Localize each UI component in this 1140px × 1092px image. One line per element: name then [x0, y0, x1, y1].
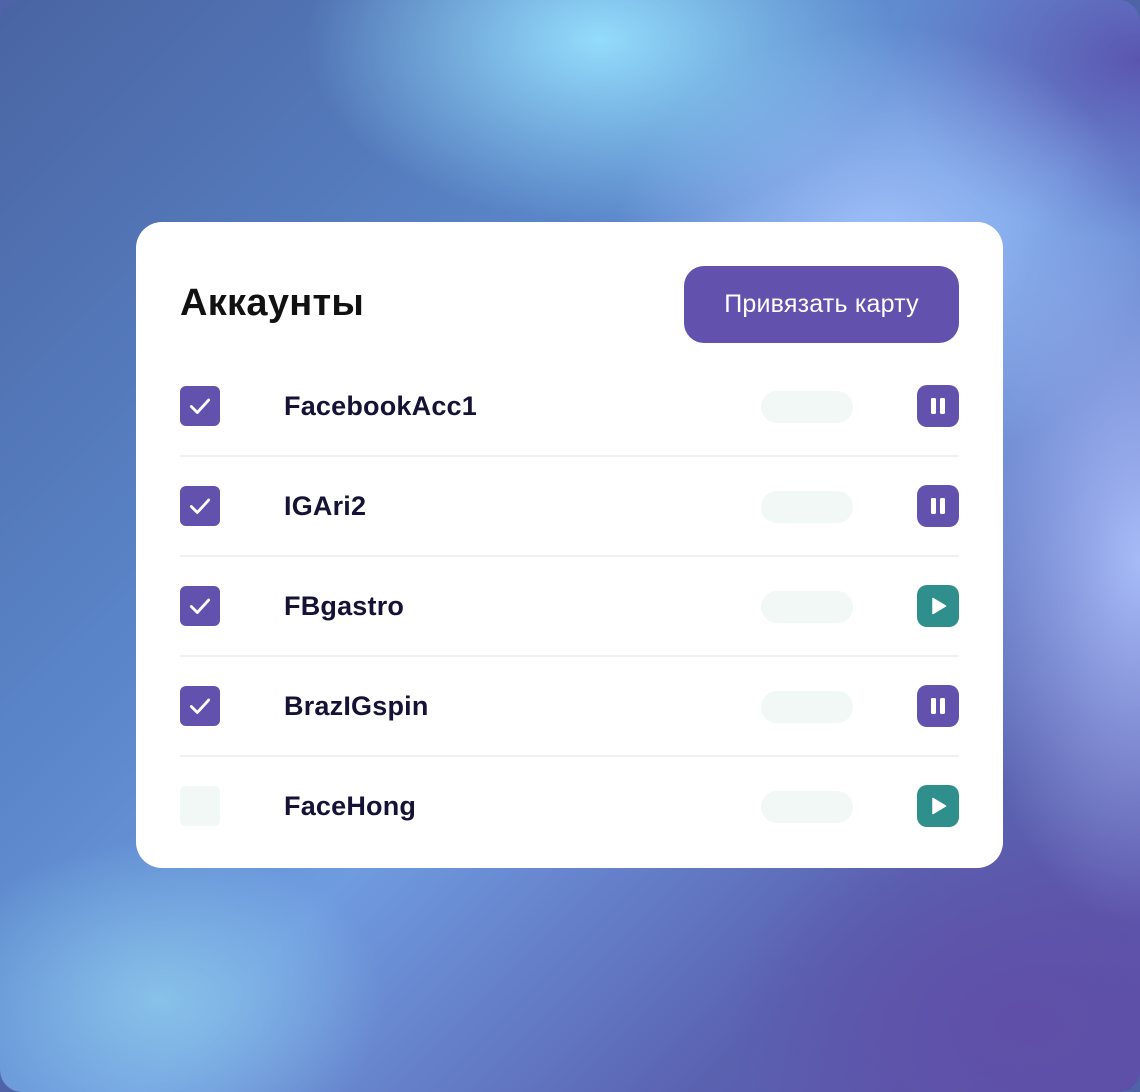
page-title: Аккаунты	[180, 282, 365, 324]
status-placeholder	[761, 791, 853, 823]
pause-button[interactable]	[917, 385, 959, 427]
row-checkbox[interactable]	[180, 686, 220, 726]
row-checkbox[interactable]	[180, 786, 220, 826]
pause-icon	[931, 398, 945, 414]
accounts-card: Аккаунты Привязать карту FacebookAcc1 IG…	[136, 222, 1003, 868]
pause-icon	[931, 698, 945, 714]
accounts-list: FacebookAcc1 IGAri2 FBgastro BrazIGspin …	[180, 357, 959, 855]
account-name: FacebookAcc1	[284, 391, 477, 421]
pause-icon	[931, 498, 945, 514]
check-icon	[189, 398, 211, 414]
row-checkbox[interactable]	[180, 586, 220, 626]
account-name: FBgastro	[284, 591, 405, 621]
list-item: FaceHong	[180, 757, 959, 855]
list-item: BrazIGspin	[180, 657, 959, 757]
status-placeholder	[761, 391, 853, 423]
list-item: IGAri2	[180, 457, 959, 557]
check-icon	[189, 698, 211, 714]
account-name: IGAri2	[284, 491, 367, 521]
play-button[interactable]	[917, 585, 959, 627]
check-icon	[189, 498, 211, 514]
status-placeholder	[761, 691, 853, 723]
account-name: BrazIGspin	[284, 691, 429, 721]
account-name: FaceHong	[284, 791, 417, 821]
check-icon	[189, 598, 211, 614]
bind-card-button[interactable]: Привязать карту	[684, 266, 959, 343]
pause-button[interactable]	[917, 685, 959, 727]
status-placeholder	[761, 491, 853, 523]
play-icon	[932, 597, 947, 615]
row-checkbox[interactable]	[180, 386, 220, 426]
row-checkbox[interactable]	[180, 486, 220, 526]
list-item: FacebookAcc1	[180, 357, 959, 457]
list-item: FBgastro	[180, 557, 959, 657]
play-icon	[932, 797, 947, 815]
status-placeholder	[761, 591, 853, 623]
pause-button[interactable]	[917, 485, 959, 527]
play-button[interactable]	[917, 785, 959, 827]
